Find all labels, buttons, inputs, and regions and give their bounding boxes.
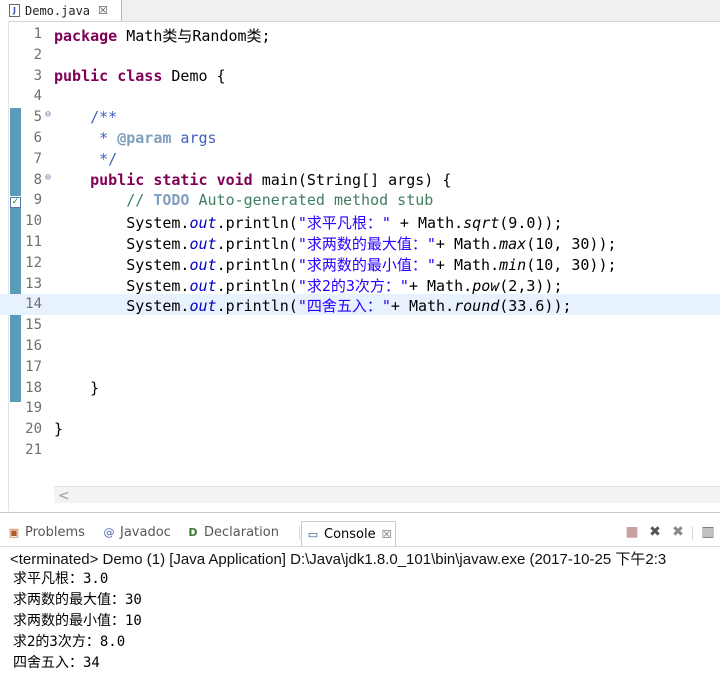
line-number: 1 bbox=[33, 26, 42, 42]
line-number: 13 bbox=[25, 275, 42, 292]
tab-declaration[interactable]: D Declaration bbox=[186, 523, 279, 541]
pin-console-icon[interactable]: ▥ bbox=[700, 524, 716, 540]
line-number: 18 bbox=[25, 379, 42, 396]
code-text: System.out.println("求2的3次方："+ Math.pow(2… bbox=[54, 276, 563, 295]
close-icon[interactable]: ☒ bbox=[98, 4, 108, 17]
problems-icon: ▣ bbox=[8, 525, 20, 539]
code-text: /** bbox=[90, 108, 118, 127]
tab-console-label: Console bbox=[324, 526, 376, 542]
editor-tab-label: Demo.java bbox=[25, 3, 91, 18]
code-line[interactable]: 15 bbox=[0, 315, 720, 336]
code-editor[interactable]: J Demo.java ☒ ✓ 1 package Math类与Random类; 2… bbox=[0, 0, 720, 513]
code-text: System.out.println("四舍五入："+ Math.round(3… bbox=[54, 297, 572, 316]
code-line[interactable]: 2 bbox=[0, 45, 720, 66]
line-number: 7 bbox=[33, 150, 42, 167]
code-line[interactable]: 3 public class Demo { bbox=[0, 66, 720, 87]
tab-separator bbox=[299, 526, 300, 540]
tab-problems-label: Problems bbox=[25, 524, 85, 540]
line-number: 11 bbox=[25, 234, 42, 250]
console-output-line: 四舍五入：34 bbox=[13, 655, 100, 671]
code-line[interactable]: 7 */ bbox=[0, 149, 720, 170]
console-output-line: 求两数的最大值：30 bbox=[13, 592, 142, 608]
line-number: 4 bbox=[33, 88, 42, 105]
console-output-line: 求平凡根：3.0 bbox=[13, 571, 109, 587]
tab-console[interactable]: ▭ Console ☒ bbox=[301, 521, 397, 546]
tab-javadoc-label: Javadoc bbox=[120, 524, 171, 540]
code-text: package Math类与Random类; bbox=[54, 27, 271, 45]
code-text: System.out.println("求平凡根：" + Math.sqrt(9… bbox=[54, 214, 563, 233]
collapse-icon[interactable]: ⊖ bbox=[45, 109, 51, 120]
tab-javadoc[interactable]: @ Javadoc bbox=[102, 523, 171, 541]
line-number: 9 bbox=[33, 192, 42, 209]
code-line[interactable]: 8 ⊖ public static void main(String[] args… bbox=[0, 170, 720, 191]
code-line[interactable]: 9 // TODO Auto-generated method stub bbox=[0, 190, 720, 211]
scroll-left-icon[interactable]: < bbox=[58, 488, 70, 504]
line-number: 15 bbox=[25, 317, 42, 334]
toolbar-separator bbox=[692, 526, 693, 540]
code-line[interactable]: 1 package Math类与Random类; bbox=[0, 24, 720, 45]
javadoc-icon: @ bbox=[103, 525, 115, 539]
console-output-line: 求2的3次方：8.0 bbox=[13, 634, 126, 650]
code-text: public static void main(String[] args) { bbox=[90, 170, 452, 189]
remove-all-icon[interactable]: ✖ bbox=[670, 524, 686, 540]
code-line[interactable]: 10 System.out.println("求平凡根：" + Math.sqr… bbox=[0, 211, 720, 232]
line-number: 14 bbox=[25, 296, 42, 313]
declaration-icon: D bbox=[188, 525, 198, 539]
code-line[interactable]: 13 System.out.println("求2的3次方："+ Math.po… bbox=[0, 274, 720, 295]
editor-tab-bar: J Demo.java ☒ bbox=[0, 0, 720, 22]
code-line[interactable]: 11 System.out.println("求两数的最大值："+ Math.m… bbox=[0, 232, 720, 253]
code-text: } bbox=[54, 378, 100, 397]
horizontal-scrollbar[interactable]: < bbox=[54, 486, 720, 504]
code-text: // TODO Auto-generated method stub bbox=[126, 191, 434, 210]
line-number: 21 bbox=[25, 442, 42, 458]
console-output-line: 求两数的最小值：10 bbox=[13, 613, 142, 629]
code-line[interactable]: 18 } bbox=[0, 378, 720, 399]
line-number: 12 bbox=[25, 254, 42, 271]
console-status-line: <terminated> Demo (1) [Java Application]… bbox=[10, 551, 667, 568]
code-text: * @param args bbox=[99, 129, 217, 147]
line-number: 6 bbox=[33, 130, 42, 146]
code-line[interactable]: 17 bbox=[0, 357, 720, 378]
code-line[interactable]: 12 System.out.println("求两数的最小值："+ Math.m… bbox=[0, 253, 720, 274]
line-number: 19 bbox=[25, 400, 42, 417]
console-icon: ▭ bbox=[307, 527, 319, 541]
code-text: public class Demo { bbox=[54, 66, 226, 85]
code-text: System.out.println("求两数的最小值："+ Math.min(… bbox=[54, 255, 617, 274]
line-number: 16 bbox=[25, 338, 42, 354]
line-number: 10 bbox=[25, 213, 42, 230]
panel-tab-bar: ▣ Problems @ Javadoc D Declaration ▭ Con… bbox=[0, 518, 720, 547]
code-text: System.out.println("求两数的最大值："+ Math.max(… bbox=[54, 235, 617, 253]
tab-problems[interactable]: ▣ Problems bbox=[7, 523, 85, 541]
close-icon[interactable]: ☒ bbox=[382, 528, 392, 541]
line-number: 8 bbox=[33, 171, 42, 188]
line-number: 20 bbox=[25, 421, 42, 438]
line-number: 2 bbox=[33, 46, 42, 63]
code-line-current[interactable]: 14 System.out.println("四舍五入："+ Math.roun… bbox=[0, 294, 720, 316]
code-line[interactable]: 6 * @param args bbox=[0, 128, 720, 149]
editor-tab-demo-java[interactable]: J Demo.java ☒ bbox=[0, 0, 122, 21]
remove-launch-icon[interactable]: ✖ bbox=[647, 524, 663, 540]
terminate-icon[interactable]: ■ bbox=[624, 524, 640, 540]
collapse-icon[interactable]: ⊖ bbox=[45, 172, 51, 183]
code-line[interactable]: 5 ⊖ /** bbox=[0, 107, 720, 128]
line-number: 17 bbox=[25, 358, 42, 375]
code-line[interactable]: 16 bbox=[0, 336, 720, 357]
code-line[interactable]: 4 bbox=[0, 86, 720, 107]
console-panel: ▣ Problems @ Javadoc D Declaration ▭ Con… bbox=[0, 518, 720, 694]
java-file-icon: J bbox=[9, 4, 20, 17]
tab-declaration-label: Declaration bbox=[204, 524, 279, 540]
code-line[interactable]: 19 bbox=[0, 398, 720, 419]
code-area[interactable]: 1 package Math类与Random类; 2 3 public class De… bbox=[0, 24, 720, 486]
line-number: 5 bbox=[33, 109, 42, 126]
line-number: 3 bbox=[33, 67, 42, 84]
code-line[interactable]: 20} bbox=[0, 419, 720, 440]
code-line[interactable]: 21 bbox=[0, 440, 720, 461]
code-text: */ bbox=[99, 149, 118, 168]
console-output[interactable]: 求平凡根：3.0 求两数的最大值：30 求两数的最小值：10 求2的3次方：8.0 四舍… bbox=[13, 569, 142, 674]
code-text: } bbox=[54, 420, 64, 439]
